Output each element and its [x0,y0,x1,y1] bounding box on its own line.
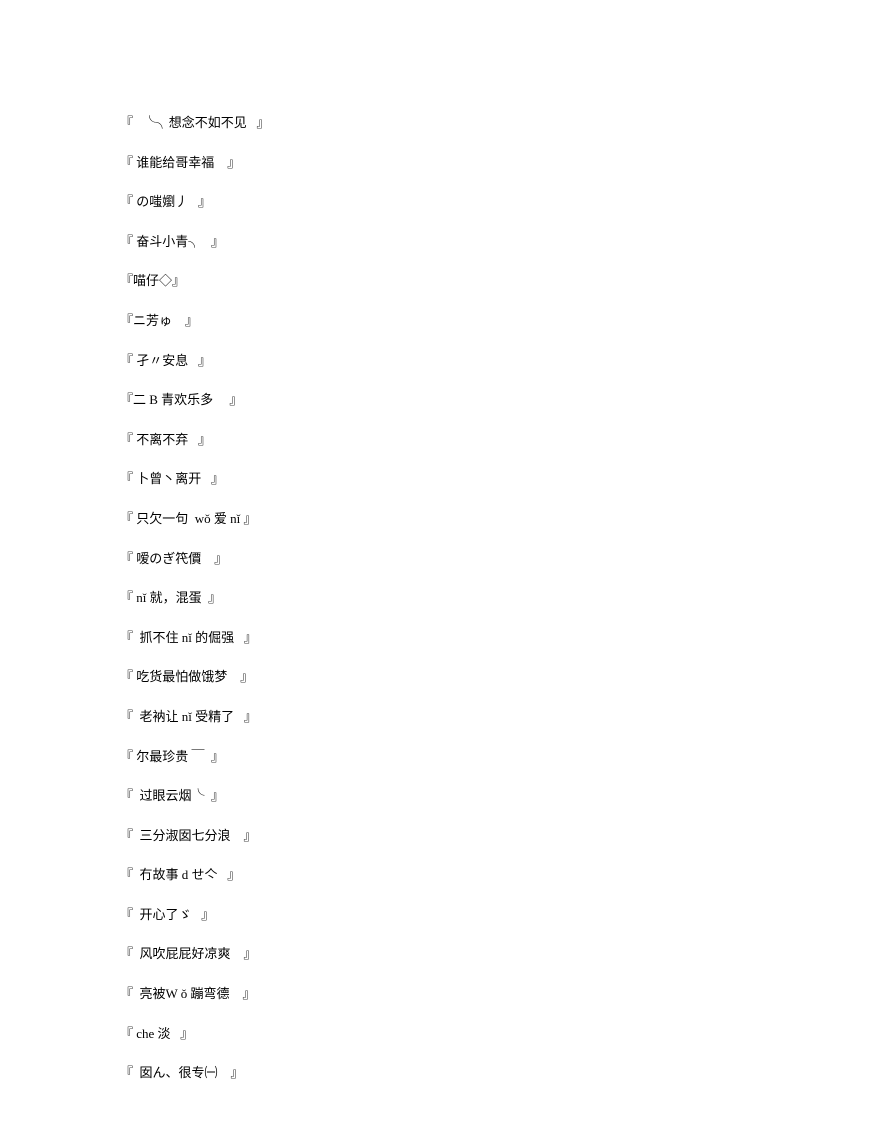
list-item: 『 吃货最怕做饿梦 』 [120,669,770,685]
list-item: 『二 B 青欢乐多 』 [120,392,770,408]
list-item: 『ニ芳ゅ 』 [120,313,770,329]
list-item: 『 嗳のぎ笩價 』 [120,551,770,567]
list-item: 『 开心了ゞ 』 [120,907,770,923]
list-item: 『 抓不住 nǐ 的倔强 』 [120,630,770,646]
list-item: 『 只欠一句 wǒ 爱 nǐ 』 [120,511,770,527]
list-item: 『 冇故事 d せ亽 』 [120,867,770,883]
list-item: 『 尔最珍贵 ￣ 』 [120,749,770,765]
list-item: 『 风吹屁屁好凉爽 』 [120,946,770,962]
list-item: 『 过眼云烟╰ 』 [120,788,770,804]
list-item: 『 nǐ 就，混蛋 』 [120,590,770,606]
list-item: 『喵仔◇』 [120,273,770,289]
list-item: 『 che 淡 』 [120,1026,770,1042]
list-item: 『 奋斗小青╮ 』 [120,234,770,250]
list-item: 『 三分淑囡七分浪 』 [120,828,770,844]
list-item: 『 亮被W ǒ 蹦弯德 』 [120,986,770,1002]
list-item: 『 老衲让 nǐ 受精了 』 [120,709,770,725]
list-item: 『 谁能给哥幸福 』 [120,155,770,171]
list-item: 『 囡ん、很专㈠ 』 [120,1065,770,1081]
text-content: 『 ╰╮想念不如不见 』 『 谁能给哥幸福 』 『 の嗤嬼丿 』 『 奋斗小青╮… [120,115,770,1105]
list-item: 『 ╰╮想念不如不见 』 [120,115,770,131]
list-item: 『 卜曾丶离开 』 [120,471,770,487]
list-item: 『 の嗤嬼丿 』 [120,194,770,210]
list-item: 『 不离不弃 』 [120,432,770,448]
list-item: 『 孑〃安息 』 [120,353,770,369]
